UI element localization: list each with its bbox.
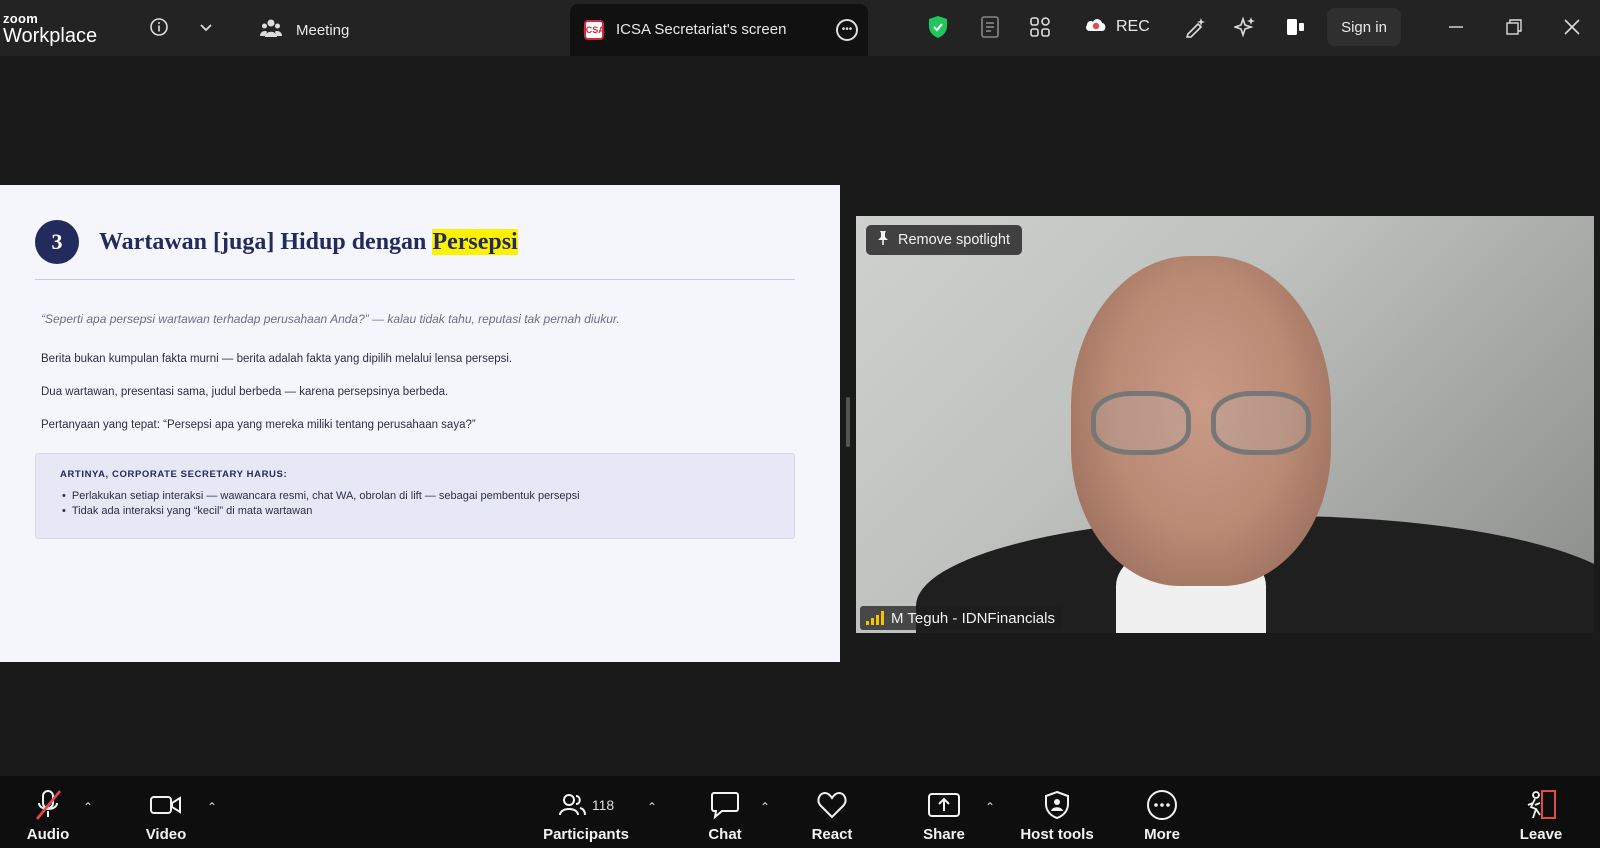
audio-button[interactable]: Audio — [22, 776, 74, 848]
muted-mic-icon — [33, 788, 63, 822]
cloud-record-icon — [1084, 16, 1108, 37]
slide-title-highlight: Persepsi — [432, 229, 518, 255]
title-divider — [35, 279, 795, 280]
chat-options-caret-icon[interactable]: ⌃ — [760, 800, 772, 814]
callout-item: Perlakukan setiap interaksi — wawancara … — [62, 489, 580, 504]
callout-heading: ARTINYA, CORPORATE SECRETARY HARUS: — [60, 469, 288, 480]
restore-icon[interactable] — [1501, 14, 1527, 40]
slide-quote: “Seperti apa persepsi wartawan terhadap … — [41, 312, 620, 326]
slide-paragraph: Berita bukan kumpulan fakta murni — beri… — [41, 353, 513, 365]
share-label: Share — [923, 826, 965, 843]
close-icon[interactable] — [1559, 14, 1585, 40]
info-icon[interactable] — [146, 14, 172, 40]
glasses-lens — [1211, 391, 1311, 455]
title-bar: zoom Workplace Meeting ICSA ICSA Secreta… — [0, 0, 1600, 56]
chat-bubble-icon — [710, 788, 740, 822]
meeting-controls: Audio ⌃ Video ⌃ 118 Participants ⌃ Chat … — [0, 776, 1600, 848]
chat-label: Chat — [708, 826, 742, 843]
slide-paragraph: Dua wartawan, presentasi sama, judul ber… — [41, 386, 449, 398]
icsa-badge-icon: ICSA — [583, 20, 605, 40]
more-button[interactable]: More — [1140, 776, 1184, 848]
slide-paragraph: Pertanyaan yang tepat: “Persepsi apa yan… — [41, 419, 476, 431]
react-button[interactable]: React — [806, 776, 858, 848]
participants-label: Participants — [543, 826, 629, 843]
host-shield-icon — [1044, 788, 1070, 822]
participants-icon — [558, 794, 586, 816]
share-options-caret-icon[interactable]: ⌃ — [985, 800, 997, 814]
chevron-down-icon[interactable] — [193, 14, 219, 40]
minimize-icon[interactable] — [1443, 14, 1469, 40]
participants-count: 118 — [591, 797, 615, 813]
participants-options-caret-icon[interactable]: ⌃ — [647, 800, 659, 814]
shared-screen-label: ICSA Secretariat's screen — [616, 21, 787, 38]
logo-brand: zoom — [3, 11, 39, 26]
apps-icon[interactable] — [1027, 14, 1053, 40]
more-options-icon[interactable]: ••• — [836, 19, 858, 41]
participants-icon-group: 118 — [558, 788, 614, 822]
signal-strength-icon — [866, 611, 884, 625]
video-options-caret-icon[interactable]: ⌃ — [207, 800, 219, 814]
slide-number: 3 — [35, 220, 79, 264]
react-label: React — [811, 826, 853, 843]
more-label: More — [1144, 826, 1180, 843]
more-icon — [1146, 788, 1178, 822]
notes-icon[interactable] — [977, 14, 1003, 40]
people-icon — [260, 18, 282, 42]
audio-label: Audio — [26, 826, 70, 843]
participant-name: M Teguh - IDNFinancials — [891, 609, 1055, 627]
video-camera-icon — [150, 788, 182, 822]
shared-slide: 3 Wartawan [juga] Hidup dengan Persepsi … — [0, 185, 840, 662]
participant-name-tag: M Teguh - IDNFinancials — [860, 606, 1063, 630]
host-tools-label: Host tools — [1020, 826, 1094, 843]
participants-button[interactable]: 118 Participants — [542, 776, 630, 848]
view-layout-icon[interactable] — [1282, 14, 1308, 40]
recording-indicator[interactable]: REC — [1084, 16, 1150, 37]
video-button[interactable]: Video — [140, 776, 192, 848]
leave-label: Leave — [1519, 826, 1563, 843]
video-label: Video — [145, 826, 187, 843]
chat-button[interactable]: Chat — [700, 776, 750, 848]
callout-list: Perlakukan setiap interaksi — wawancara … — [62, 489, 580, 519]
shared-screen-tab[interactable]: ICSA ICSA Secretariat's screen ••• — [570, 4, 868, 56]
ai-companion-icon[interactable] — [1232, 14, 1258, 40]
splitter-handle[interactable] — [846, 397, 850, 447]
heart-icon — [817, 788, 847, 822]
zoom-logo: zoom Workplace — [3, 12, 97, 46]
audio-options-caret-icon[interactable]: ⌃ — [83, 800, 95, 814]
remove-spotlight-button[interactable]: Remove spotlight — [866, 225, 1023, 255]
participant-video[interactable]: Remove spotlight M Teguh - IDNFinancials — [856, 216, 1594, 633]
meeting-label: Meeting — [296, 21, 350, 39]
pin-icon — [876, 230, 890, 250]
leave-button[interactable]: Leave — [1518, 776, 1564, 848]
meeting-tab[interactable]: Meeting — [260, 18, 349, 42]
sign-in-button[interactable]: Sign in — [1327, 8, 1401, 46]
shield-icon[interactable] — [925, 14, 951, 40]
annotate-icon[interactable] — [1182, 14, 1208, 40]
share-screen-icon — [928, 788, 960, 822]
rec-label: REC — [1116, 17, 1150, 35]
remove-spotlight-label: Remove spotlight — [898, 232, 1011, 248]
slide-title: Wartawan [juga] Hidup dengan Persepsi — [99, 229, 518, 256]
video-subject-glasses — [1091, 391, 1316, 455]
slide-title-main: Wartawan [juga] Hidup dengan — [99, 229, 433, 255]
leave-door-icon — [1524, 788, 1558, 822]
callout-item: Tidak ada interaksi yang “kecil” di mata… — [62, 504, 580, 519]
host-tools-button[interactable]: Host tools — [1018, 776, 1096, 848]
logo-product: Workplace — [3, 25, 98, 47]
callout-box: ARTINYA, CORPORATE SECRETARY HARUS: Perl… — [35, 453, 795, 539]
meeting-stage: 3 Wartawan [juga] Hidup dengan Persepsi … — [0, 56, 1600, 776]
share-button[interactable]: Share — [918, 776, 970, 848]
glasses-lens — [1091, 391, 1191, 455]
